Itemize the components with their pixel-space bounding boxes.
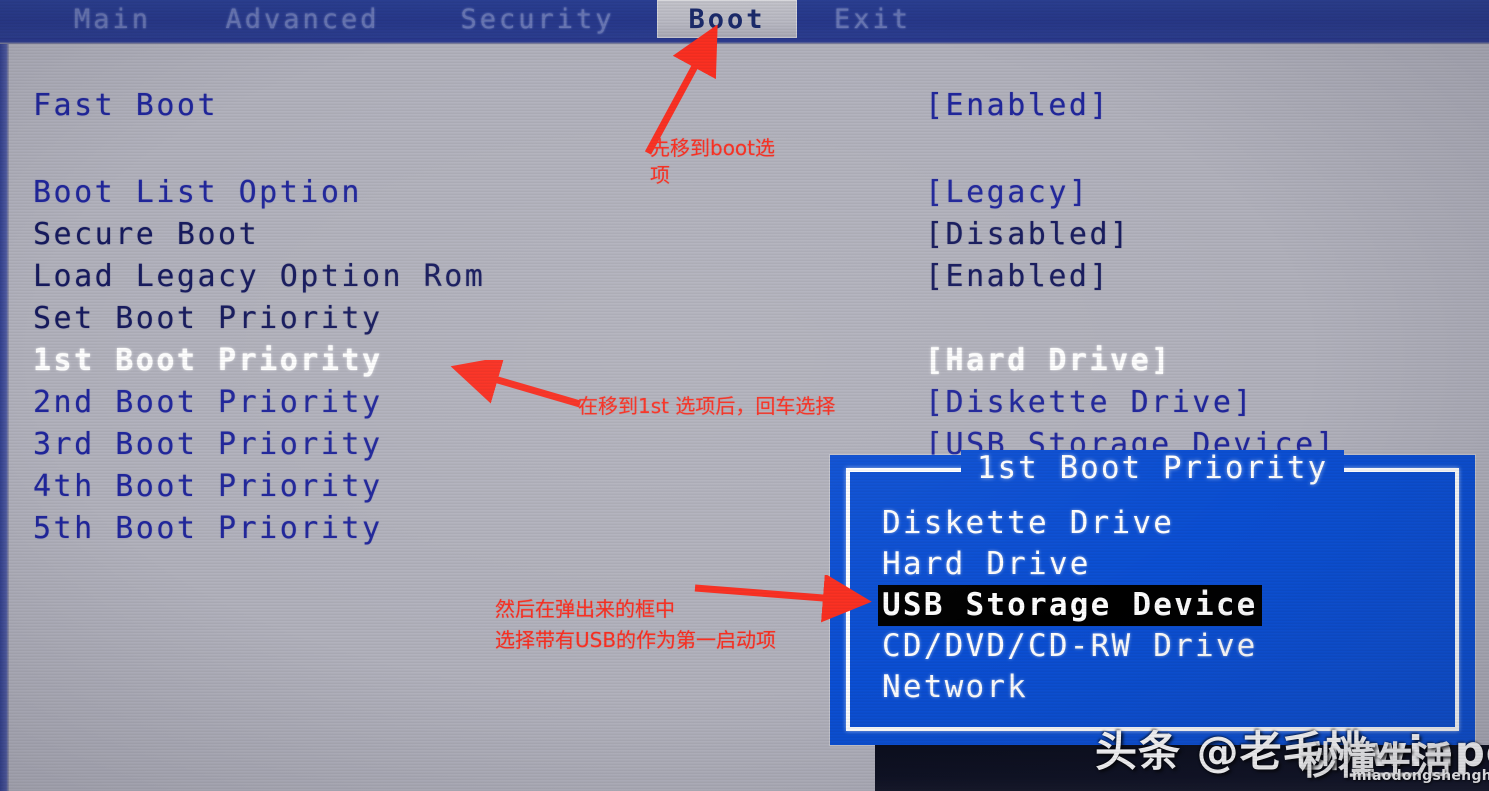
- boot-priority-popup: 1st Boot Priority Diskette Drive Hard Dr…: [830, 450, 1475, 745]
- list-item[interactable]: Network: [878, 667, 1447, 708]
- list-item[interactable]: Hard Drive: [878, 544, 1447, 585]
- setting-label-secure-boot[interactable]: Secure Boot: [33, 217, 259, 252]
- list-item[interactable]: CD/DVD/CD-RW Drive: [878, 626, 1447, 667]
- annotation-step-2: 在移到1st 选项后，回车选择: [578, 394, 836, 418]
- watermark-url: miaodongshenghuo.com: [1352, 768, 1489, 784]
- screen-left-edge: [0, 38, 9, 791]
- setting-value-secure-boot[interactable]: [Disabled]: [925, 217, 1131, 252]
- popup-option-cd-dvd-drive[interactable]: CD/DVD/CD-RW Drive: [878, 626, 1262, 667]
- popup-option-diskette-drive[interactable]: Diskette Drive: [878, 503, 1178, 544]
- setting-label-2nd-boot-priority[interactable]: 2nd Boot Priority: [33, 385, 383, 420]
- setting-label-load-legacy-rom[interactable]: Load Legacy Option Rom: [33, 259, 485, 294]
- popup-option-hard-drive[interactable]: Hard Drive: [878, 544, 1095, 585]
- setting-value-boot-list-option[interactable]: [Legacy]: [925, 175, 1090, 210]
- setting-value-2nd-boot-priority[interactable]: [Diskette Drive]: [925, 385, 1254, 420]
- setting-value-load-legacy-rom[interactable]: [Enabled]: [925, 259, 1110, 294]
- menu-tab-exit[interactable]: Exit: [805, 0, 940, 38]
- setting-value-fast-boot[interactable]: [Enabled]: [925, 88, 1110, 123]
- annotation-arrow-to-boot-tab: [644, 25, 718, 155]
- popup-option-network[interactable]: Network: [878, 667, 1032, 708]
- annotation-arrow-to-1st-priority: [450, 360, 581, 408]
- menu-tab-main[interactable]: Main: [40, 0, 185, 38]
- setting-label-3rd-boot-priority[interactable]: 3rd Boot Priority: [33, 427, 383, 462]
- setting-label-5th-boot-priority[interactable]: 5th Boot Priority: [33, 511, 383, 546]
- setting-label-boot-list-option[interactable]: Boot List Option: [33, 175, 362, 210]
- setting-label-1st-boot-priority[interactable]: 1st Boot Priority: [33, 343, 383, 378]
- setting-label-4th-boot-priority[interactable]: 4th Boot Priority: [33, 469, 383, 504]
- setting-value-1st-boot-priority[interactable]: [Hard Drive]: [925, 343, 1172, 378]
- setting-label-fast-boot[interactable]: Fast Boot: [33, 88, 218, 123]
- setting-label-set-boot-priority[interactable]: Set Boot Priority: [33, 301, 383, 336]
- menu-tab-advanced[interactable]: Advanced: [195, 0, 410, 38]
- menu-bar-divider: [0, 38, 1489, 44]
- popup-option-list: Diskette Drive Hard Drive USB Storage De…: [878, 503, 1447, 708]
- bios-menu-bar: Main Advanced Security Boot Exit: [0, 0, 1489, 38]
- list-item[interactable]: Diskette Drive: [878, 503, 1447, 544]
- list-item[interactable]: USB Storage Device: [878, 585, 1447, 626]
- annotation-arrow-to-usb-option: [694, 575, 872, 623]
- popup-option-usb-storage[interactable]: USB Storage Device: [878, 585, 1262, 626]
